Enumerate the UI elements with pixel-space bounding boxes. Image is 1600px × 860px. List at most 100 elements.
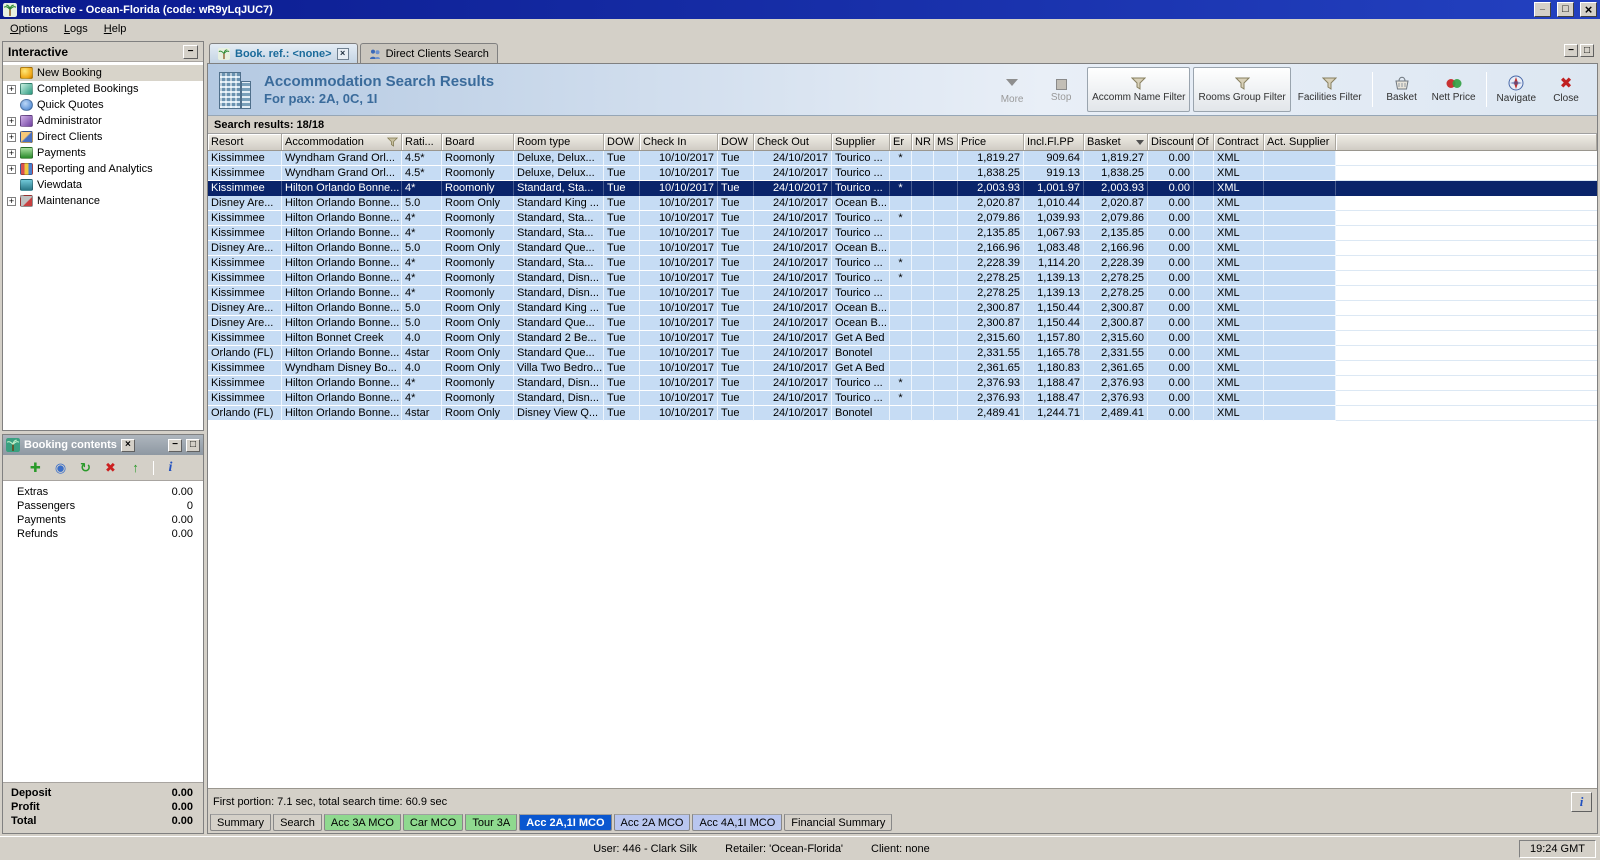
- more-button[interactable]: More: [989, 67, 1035, 112]
- cell-filler: [1336, 151, 1597, 166]
- tab-close-icon[interactable]: [336, 47, 349, 60]
- table-row[interactable]: Kissimmee Wyndham Grand Orl... 4.5* Room…: [208, 166, 1597, 181]
- col-incl-fl-pp[interactable]: Incl.Fl.PP: [1024, 134, 1084, 150]
- table-row[interactable]: Kissimmee Hilton Orlando Bonne... 4* Roo…: [208, 181, 1597, 196]
- col-check-in[interactable]: Check In: [640, 134, 718, 150]
- facilities-filter-button[interactable]: Facilities Filter: [1294, 67, 1366, 112]
- table-row[interactable]: Kissimmee Hilton Orlando Bonne... 4* Roo…: [208, 226, 1597, 241]
- col-basket[interactable]: Basket: [1084, 134, 1148, 150]
- globe-icon[interactable]: ◉: [53, 460, 69, 476]
- col-act-supplier[interactable]: Act. Supplier: [1264, 134, 1336, 150]
- col-rating[interactable]: Rati...: [402, 134, 442, 150]
- info-icon[interactable]: i: [163, 460, 179, 476]
- col-resort[interactable]: Resort: [208, 134, 282, 150]
- cell-rating: 4*: [402, 256, 442, 271]
- bottom-tab[interactable]: Acc 4A,1I MCO: [692, 814, 783, 831]
- window-maximize-button[interactable]: [1557, 2, 1574, 17]
- menu-logs[interactable]: Logs: [56, 21, 96, 37]
- close-results-button[interactable]: ✖ Close: [1543, 67, 1589, 112]
- col-nr[interactable]: NR: [912, 134, 934, 150]
- window-close-button[interactable]: [1580, 2, 1597, 17]
- col-dow-in[interactable]: DOW: [604, 134, 640, 150]
- bottom-tab[interactable]: Summary: [210, 814, 272, 831]
- table-row[interactable]: Kissimmee Wyndham Grand Orl... 4.5* Room…: [208, 151, 1597, 166]
- col-of[interactable]: Of: [1194, 134, 1214, 150]
- stop-button[interactable]: Stop: [1038, 67, 1084, 112]
- nett-price-button[interactable]: Nett Price: [1428, 67, 1480, 112]
- menu-help[interactable]: Help: [96, 21, 135, 37]
- sidebar-item[interactable]: Reporting and Analytics: [3, 161, 203, 177]
- info-button[interactable]: i: [1571, 791, 1592, 812]
- table-row[interactable]: Orlando (FL) Hilton Orlando Bonne... 4st…: [208, 346, 1597, 361]
- table-row[interactable]: Kissimmee Wyndham Disney Bo... 4.0 Room …: [208, 361, 1597, 376]
- delete-item-icon[interactable]: ✖: [103, 460, 119, 476]
- cell-nr: [912, 316, 934, 331]
- sidebar-item[interactable]: New Booking: [3, 65, 203, 81]
- move-to-basket-icon[interactable]: ↑: [128, 460, 144, 476]
- refresh-basket-icon[interactable]: ↻: [78, 460, 94, 476]
- tab-direct-clients-search[interactable]: Direct Clients Search: [359, 43, 498, 63]
- table-row[interactable]: Kissimmee Hilton Bonnet Creek 4.0 Room O…: [208, 331, 1597, 346]
- col-check-out[interactable]: Check Out: [754, 134, 832, 150]
- sidebar-item[interactable]: Maintenance: [3, 193, 203, 209]
- add-item-icon[interactable]: ✚: [28, 460, 44, 476]
- table-row[interactable]: Kissimmee Hilton Orlando Bonne... 4* Roo…: [208, 391, 1597, 406]
- accomm-name-filter-button[interactable]: Accomm Name Filter: [1087, 67, 1191, 112]
- sidebar-item[interactable]: Viewdata: [3, 177, 203, 193]
- mdi-window-buttons: − □: [1564, 44, 1594, 57]
- bottom-tab[interactable]: Search: [273, 814, 322, 831]
- bottom-tab[interactable]: Acc 3A MCO: [323, 814, 401, 831]
- mdi-minimize-button[interactable]: −: [1564, 44, 1578, 57]
- table-row[interactable]: Kissimmee Hilton Orlando Bonne... 4* Roo…: [208, 286, 1597, 301]
- bottom-tab[interactable]: Car MCO: [402, 814, 464, 831]
- sidebar-item[interactable]: Payments: [3, 145, 203, 161]
- col-discount[interactable]: Discount: [1148, 134, 1194, 150]
- col-board[interactable]: Board: [442, 134, 514, 150]
- expand-plus-icon[interactable]: [7, 132, 16, 142]
- bottom-tab[interactable]: Acc 2A,1I MCO: [519, 814, 612, 831]
- expand-plus-icon[interactable]: [7, 148, 16, 158]
- cell-accommodation: Hilton Orlando Bonne...: [282, 181, 402, 196]
- menu-options[interactable]: Options: [2, 21, 56, 37]
- col-ms[interactable]: MS: [934, 134, 958, 150]
- col-er[interactable]: Er: [890, 134, 912, 150]
- window-minimize-button[interactable]: [1534, 2, 1551, 17]
- col-dow-out[interactable]: DOW: [718, 134, 754, 150]
- bottom-tab[interactable]: Financial Summary: [784, 814, 893, 831]
- sidebar-item[interactable]: Direct Clients: [3, 129, 203, 145]
- table-row[interactable]: Disney Are... Hilton Orlando Bonne... 5.…: [208, 196, 1597, 211]
- table-row[interactable]: Kissimmee Hilton Orlando Bonne... 4* Roo…: [208, 376, 1597, 391]
- expand-plus-icon[interactable]: [7, 196, 16, 206]
- booking-panel-minimize-button[interactable]: −: [168, 438, 182, 452]
- table-row[interactable]: Disney Are... Hilton Orlando Bonne... 5.…: [208, 316, 1597, 331]
- col-supplier[interactable]: Supplier: [832, 134, 890, 150]
- table-row[interactable]: Kissimmee Hilton Orlando Bonne... 4* Roo…: [208, 271, 1597, 286]
- table-row[interactable]: Disney Are... Hilton Orlando Bonne... 5.…: [208, 241, 1597, 256]
- table-row[interactable]: Disney Are... Hilton Orlando Bonne... 5.…: [208, 301, 1597, 316]
- expand-plus-icon[interactable]: [7, 164, 16, 174]
- booking-panel-close-button[interactable]: ×: [120, 438, 135, 452]
- tab-booking-ref[interactable]: Book. ref.: <none>: [209, 43, 358, 63]
- col-room-type[interactable]: Room type: [514, 134, 604, 150]
- booking-panel-maximize-button[interactable]: □: [186, 438, 200, 452]
- cell-board: Roomonly: [442, 256, 514, 271]
- navigate-button[interactable]: Navigate: [1493, 67, 1540, 112]
- booking-row-value: 0.00: [171, 528, 193, 540]
- col-contract[interactable]: Contract: [1214, 134, 1264, 150]
- mdi-restore-button[interactable]: □: [1580, 44, 1594, 57]
- sidebar-item[interactable]: Quick Quotes: [3, 97, 203, 113]
- col-accommodation[interactable]: Accommodation: [282, 134, 402, 150]
- col-price[interactable]: Price: [958, 134, 1024, 150]
- basket-button[interactable]: Basket: [1379, 67, 1425, 112]
- table-row[interactable]: Kissimmee Hilton Orlando Bonne... 4* Roo…: [208, 211, 1597, 226]
- sidebar-item[interactable]: Completed Bookings: [3, 81, 203, 97]
- sidebar-item[interactable]: Administrator: [3, 113, 203, 129]
- rooms-group-filter-button[interactable]: Rooms Group Filter: [1193, 67, 1291, 112]
- panel-collapse-button[interactable]: −: [183, 44, 198, 59]
- expand-plus-icon[interactable]: [7, 84, 16, 94]
- bottom-tab[interactable]: Tour 3A: [465, 814, 518, 831]
- table-row[interactable]: Orlando (FL) Hilton Orlando Bonne... 4st…: [208, 406, 1597, 421]
- bottom-tab[interactable]: Acc 2A MCO: [613, 814, 691, 831]
- expand-plus-icon[interactable]: [7, 116, 16, 126]
- table-row[interactable]: Kissimmee Hilton Orlando Bonne... 4* Roo…: [208, 256, 1597, 271]
